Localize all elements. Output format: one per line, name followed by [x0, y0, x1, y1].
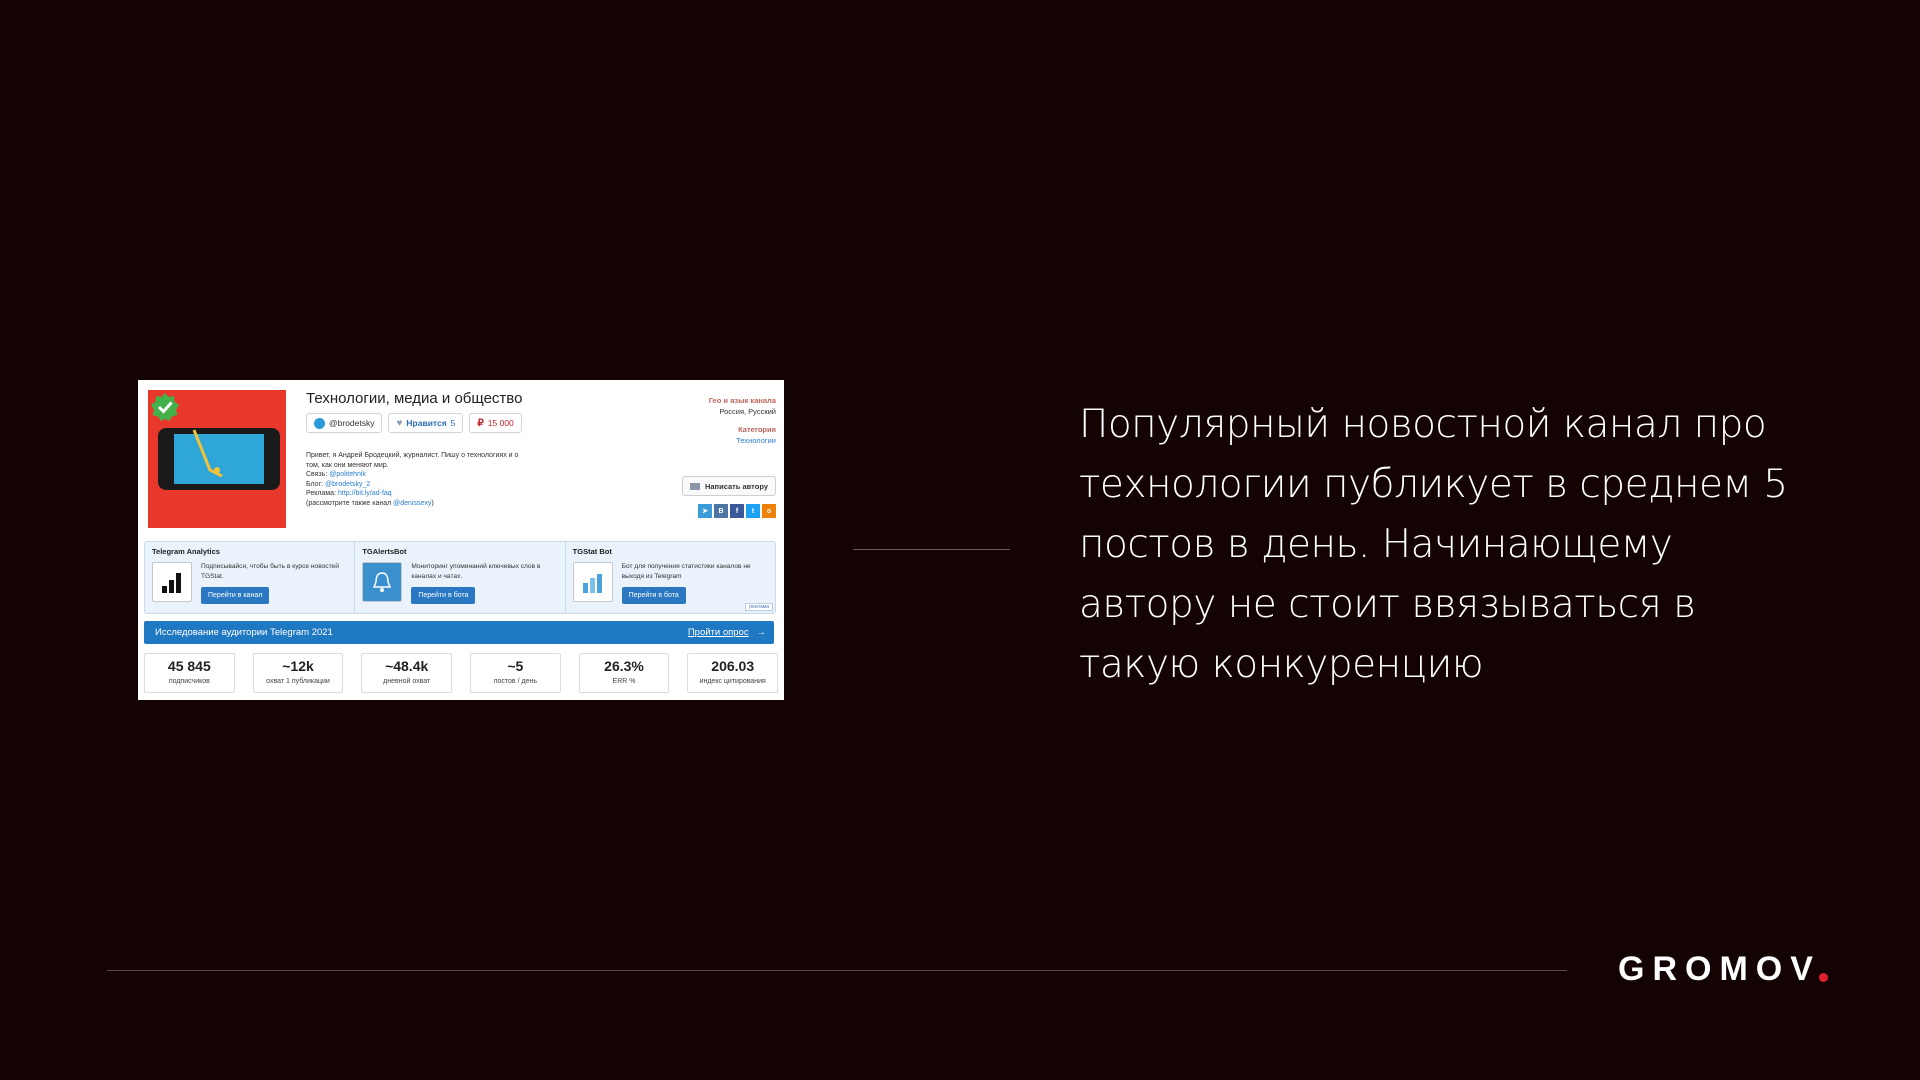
stat-label: подписчиков [168, 678, 210, 685]
promo-text: Бот для получения статистики каналов не … [621, 563, 751, 580]
survey-link-label: Пройти опрос [687, 627, 749, 638]
contact-link[interactable]: @politehnik [329, 471, 366, 478]
likes-count: 5 [450, 418, 456, 428]
heart-icon: ♥ [396, 417, 403, 429]
promo-text: Подписывайся, чтобы быть в курсе новосте… [201, 563, 339, 580]
promo-item: Telegram Analytics Подписывайся, чтобы б… [145, 542, 356, 613]
stat-value: ~12k [282, 658, 314, 674]
footer-divider [107, 970, 1567, 971]
survey-link[interactable]: Пройти опрос → [688, 621, 766, 644]
envelope-icon [689, 482, 700, 490]
slide-main-text: Популярный новостной канал про технологи… [1079, 402, 1788, 687]
stat-box: 26.3% ERR % [578, 653, 670, 693]
promo-button[interactable]: Перейти в канал [201, 587, 270, 604]
write-author-button[interactable]: Написать автору [681, 476, 776, 496]
bar-chart-icon [152, 562, 192, 602]
telegram-icon[interactable]: ➤ [698, 504, 712, 518]
ads-link[interactable]: http://bit.ly/ad-faq [338, 490, 392, 497]
geo-value: Россия, Русский [719, 406, 776, 416]
bell-icon [362, 562, 403, 602]
survey-text: Исследование аудитории Telegram 2021 [155, 627, 333, 638]
stat-label: индекс цитирования [699, 678, 766, 685]
stat-label: дневной охват [383, 678, 431, 685]
price-chip[interactable]: ₽ 15 000 [469, 413, 522, 433]
brand-logo: GROMOV [1618, 950, 1821, 988]
blog-link[interactable]: @brodetsky_2 [325, 481, 370, 488]
facebook-icon[interactable]: f [730, 504, 744, 518]
vk-icon[interactable]: В [714, 504, 728, 518]
promo-title: TGAlertsBot [362, 547, 407, 556]
stat-box: ~48.4k дневной охват [361, 653, 453, 693]
ads-label: Реклама: [306, 490, 337, 498]
channel-description: Привет, я Андрей Бродецкий, журналист. П… [306, 451, 574, 509]
stat-box: ~5 постов / день [470, 653, 561, 693]
stat-value: 45 845 [167, 658, 211, 674]
stat-box: 206.03 индекс цитирования [687, 653, 779, 693]
price-value: 15 000 [487, 418, 514, 428]
connector-line [853, 549, 1010, 550]
logo-dot [1819, 973, 1828, 982]
contact-row: Связь: @politehnik [306, 470, 574, 480]
category-value[interactable]: Технологии [709, 436, 776, 447]
geo-header: Гео и язык канала [708, 396, 776, 405]
stat-value: 206.03 [711, 658, 755, 674]
stats-row: 45 845 подписчиков ~12k охват 1 публикац… [144, 653, 779, 693]
stat-value: ~48.4k [385, 658, 429, 674]
channel-card-screenshot: Технологии, медиа и общество @brodetsky … [138, 380, 784, 700]
stat-value: 26.3% [604, 658, 644, 674]
channel-title: Технологии, медиа и общество [306, 390, 523, 407]
likes-label: Нравится [406, 418, 447, 428]
also-suffix: ) [431, 499, 434, 507]
stat-label: охват 1 публикации [266, 678, 330, 685]
blog-label: Блог: [306, 480, 324, 488]
promo-title: TGStat Bot [572, 547, 612, 556]
verified-check-icon [151, 393, 179, 421]
share-buttons: ➤ В f t о [698, 504, 776, 518]
promo-title: Telegram Analytics [152, 547, 220, 556]
survey-banner[interactable]: Исследование аудитории Telegram 2021 Про… [144, 621, 774, 644]
twitter-icon[interactable]: t [746, 504, 760, 518]
telegram-icon [314, 417, 325, 429]
promo-button[interactable]: Перейти в бота [621, 587, 686, 604]
promo-text: Мониторинг упоминаний ключевых слов в ка… [411, 563, 541, 580]
promo-item: TGAlertsBot Мониторинг упоминаний ключев… [355, 542, 566, 613]
stat-label: ERR % [612, 678, 636, 685]
ruble-icon: ₽ [477, 417, 484, 429]
promo-button[interactable]: Перейти в бота [411, 587, 476, 604]
blog-row: Блог: @brodetsky_2 [306, 480, 574, 490]
stats-bot-icon [572, 562, 613, 602]
ads-row: Реклама: http://bit.ly/ad-faq [306, 489, 574, 499]
desc-line: том, как они меняют мир. [306, 461, 389, 469]
stat-value: ~5 [507, 658, 524, 674]
stat-label: постов / день [493, 678, 537, 685]
promo-item: TGStat Bot Бот для получения статистики … [566, 542, 775, 613]
also-link[interactable]: @denissexy [393, 500, 431, 507]
also-row: (рассмотрите также канал @denissexy) [306, 499, 574, 509]
promo-footer[interactable]: реклама [745, 603, 773, 611]
category-header: Категория [738, 425, 776, 434]
username-text: @brodetsky [329, 418, 375, 428]
odnoklassniki-icon[interactable]: о [762, 504, 776, 518]
username-chip[interactable]: @brodetsky [306, 413, 383, 433]
write-author-label: Написать автору [704, 481, 768, 491]
stat-box: 45 845 подписчиков [144, 653, 235, 693]
promo-block: Telegram Analytics Подписывайся, чтобы б… [144, 541, 776, 614]
channel-chips: @brodetsky ♥ Нравится 5 ₽ 15 000 [306, 413, 522, 433]
desc-line: Привет, я Андрей Бродецкий, журналист. П… [306, 452, 519, 459]
channel-meta: Гео и язык канала Россия, Русский Катего… [709, 396, 776, 446]
arrow-right-icon: → [756, 627, 767, 638]
likes-chip[interactable]: ♥ Нравится 5 [388, 413, 464, 433]
channel-avatar [148, 390, 286, 528]
also-prefix: (рассмотрите также канал [306, 499, 392, 507]
stat-box: ~12k охват 1 публикации [252, 653, 344, 693]
contact-label: Связь: [306, 471, 328, 479]
